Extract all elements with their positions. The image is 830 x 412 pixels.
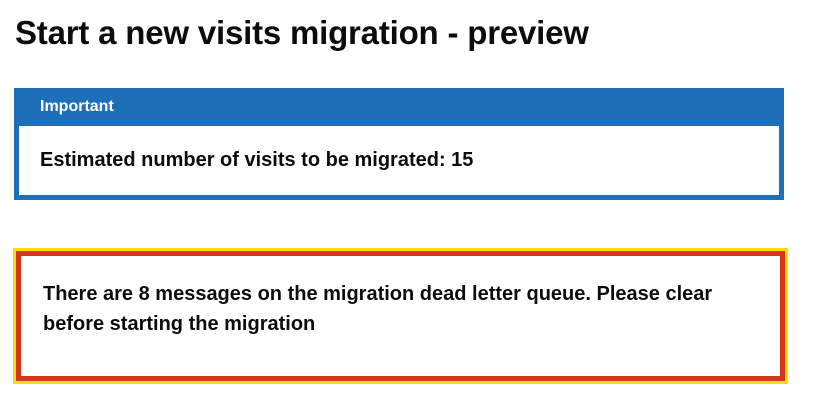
error-summary-focus-outline: There are 8 messages on the migration de… xyxy=(13,248,788,384)
notification-banner: Important Estimated number of visits to … xyxy=(14,88,784,200)
notification-banner-title: Important xyxy=(40,98,114,115)
notification-banner-content: Estimated number of visits to be migrate… xyxy=(19,126,779,195)
dead-letter-queue-error-message: There are 8 messages on the migration de… xyxy=(43,283,713,335)
estimated-visits-message: Estimated number of visits to be migrate… xyxy=(40,149,474,171)
page-title: Start a new visits migration - preview xyxy=(15,14,589,51)
page: Start a new visits migration - preview I… xyxy=(0,0,830,412)
error-summary[interactable]: There are 8 messages on the migration de… xyxy=(16,251,785,381)
